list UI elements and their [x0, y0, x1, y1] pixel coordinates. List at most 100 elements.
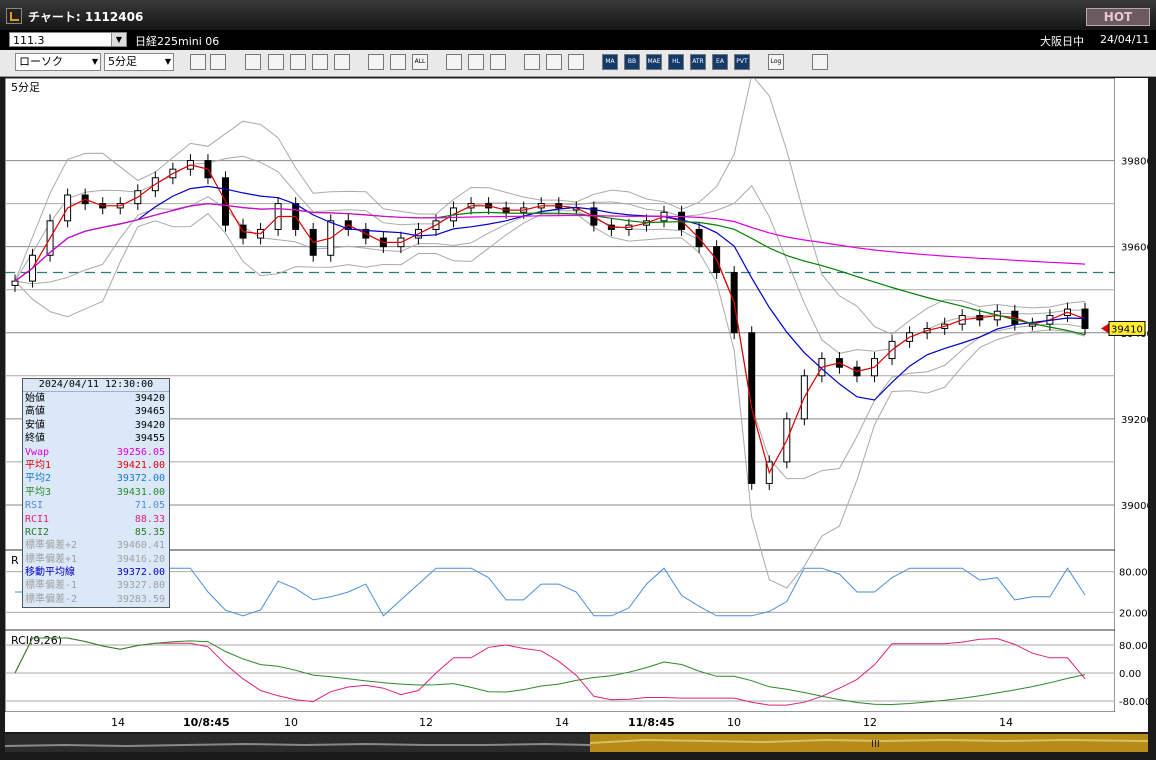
code-select[interactable]: 111.3 ▼: [9, 32, 127, 47]
data-window-row: 平均1 39421.00: [23, 459, 169, 472]
toolbar-gradient-button[interactable]: [568, 54, 584, 70]
data-window-value: 88.33: [134, 513, 165, 525]
chevron-down-icon[interactable]: ▼: [111, 33, 126, 46]
data-window-value: 71.05: [134, 500, 165, 512]
session-label: 大阪日中: [1040, 35, 1084, 48]
toolbar-all-button[interactable]: ALL: [412, 54, 428, 70]
data-window-row: 標準偏差-1 39327.80: [23, 579, 169, 592]
data-window-key: RSI: [25, 500, 44, 512]
instrument-bar: 111.3 ▼ 日経225mini 06 大阪日中 24/04/11: [0, 30, 1156, 50]
time-tick-label: 14: [111, 716, 125, 729]
toolbar-pen-button[interactable]: [446, 54, 462, 70]
data-window-key: 平均1: [25, 459, 52, 471]
chart-type-select[interactable]: ローソク ▼: [15, 53, 101, 71]
window-title: チャート: 1112406: [28, 10, 144, 24]
toolbar-candle-b-button[interactable]: [268, 54, 284, 70]
current-price-label: 39410: [1111, 324, 1143, 335]
price-tick-label: 39800: [1121, 157, 1148, 168]
data-window-key: 標準偏差-2: [25, 593, 78, 605]
data-window-value: 39416.20: [116, 553, 165, 565]
data-window-key: 終値: [25, 433, 45, 445]
hot-button[interactable]: HOT: [1086, 8, 1150, 26]
overview-svg[interactable]: III: [4, 734, 1149, 752]
rsi-tick-label: 80.00: [1119, 568, 1148, 579]
data-window-key: 高値: [25, 406, 45, 418]
chart-type-value: ローソク: [19, 55, 63, 68]
time-axis-strip: [5, 712, 1148, 732]
data-window-value: 39283.59: [116, 593, 165, 605]
toolbar-brush-button[interactable]: [546, 54, 562, 70]
data-window-row: 平均2 39372.00: [23, 472, 169, 485]
time-tick-label: 14: [999, 716, 1013, 729]
toolbar-grey-button[interactable]: [334, 54, 350, 70]
rsi-pane: [4, 549, 1116, 631]
rsi-tick-label: 20.00: [1119, 608, 1148, 619]
time-tick-label: 14: [555, 716, 569, 729]
data-window-key: Vwap: [25, 446, 50, 458]
toolbar-hl-button[interactable]: HL: [668, 54, 684, 70]
data-window-key: 平均3: [25, 486, 52, 498]
toolbar-palette-a-button[interactable]: [524, 54, 540, 70]
toolbar-atr-button[interactable]: ATR: [690, 54, 706, 70]
data-window-value: 85.35: [134, 526, 165, 538]
data-window-value: 39420: [134, 393, 165, 404]
overview-scrollbar[interactable]: III: [4, 734, 1149, 752]
data-window-row: 安値 39420: [23, 419, 169, 432]
toolbar-cursor-button[interactable]: [210, 54, 226, 70]
toolbar-candle-c-button[interactable]: [290, 54, 306, 70]
data-window-key: 平均2: [25, 473, 52, 485]
toolbar-ea-button[interactable]: EA: [712, 54, 728, 70]
data-window-header: 2024/04/11 12:30:00: [23, 379, 169, 392]
data-window-row: 標準偏差-2 39283.59: [23, 593, 169, 606]
data-window-key: RCI1: [25, 513, 50, 525]
scroll-grip-icon[interactable]: III: [871, 739, 880, 750]
price-tick-label: 39600: [1121, 243, 1148, 254]
chart-area[interactable]: 5分足RRCI(9,26)398003960039400392003900039…: [4, 74, 1153, 713]
time-tick-label: 11/8:45: [628, 716, 675, 729]
toolbar-bb-button[interactable]: BB: [624, 54, 640, 70]
toolbar-log-button[interactable]: Log: [768, 54, 784, 70]
toolbar-bars-a-button[interactable]: [368, 54, 384, 70]
main-pane: [4, 77, 1116, 551]
data-window-value: 39431.00: [116, 486, 165, 498]
data-window-value: 39256.05: [116, 446, 165, 458]
rci-tick-label: 0.00: [1119, 669, 1141, 680]
toolbar-pvt-button[interactable]: PVT: [734, 54, 750, 70]
data-window-key: 標準偏差+1: [25, 553, 78, 565]
interval-value: 5分足: [108, 55, 137, 68]
toolbar-arrow-draw-button[interactable]: [490, 54, 506, 70]
data-window-row: 移動平均線 39372.00: [23, 566, 169, 579]
data-window-row: 標準偏差+2 39460.41: [23, 539, 169, 552]
time-tick-label: 12: [863, 716, 877, 729]
toolbar-candle-d-button[interactable]: [312, 54, 328, 70]
data-window-key: 移動平均線: [25, 567, 75, 579]
toolbar-export-button[interactable]: [812, 54, 828, 70]
rci-tick-label: 80.00: [1119, 641, 1148, 652]
toolbar-candle-a-button[interactable]: [245, 54, 261, 70]
data-window-row: 終値 39455: [23, 432, 169, 445]
interval-select[interactable]: 5分足 ▼: [104, 53, 174, 71]
toolbar-bars-b-button[interactable]: [390, 54, 406, 70]
date-label: 24/04/11: [1100, 33, 1150, 46]
time-tick-label: 10/8:45: [183, 716, 230, 729]
time-tick-label: 12: [419, 716, 433, 729]
data-window-value: 39465: [134, 406, 165, 418]
toolbar-zoom-button[interactable]: [190, 54, 206, 70]
data-window-row: Vwap 39256.05: [23, 446, 169, 459]
toolbar-arrow-select-button[interactable]: [468, 54, 484, 70]
toolbar-mae-button[interactable]: MAE: [646, 54, 662, 70]
data-window-value: 39460.41: [116, 540, 165, 552]
data-window-key: RCI2: [25, 526, 50, 538]
main-pane-label: 5分足: [11, 81, 40, 94]
chevron-down-icon[interactable]: ▼: [92, 54, 98, 70]
instrument-name: 日経225mini 06: [135, 35, 220, 48]
chart-svg[interactable]: 5分足RRCI(9,26)398003960039400392003900039…: [4, 74, 1153, 713]
data-window-value: 39327.80: [116, 580, 165, 592]
chevron-down-icon[interactable]: ▼: [165, 54, 171, 70]
data-window-row: RSI 71.05: [23, 499, 169, 512]
data-window-value: 39420: [134, 419, 165, 431]
code-value: 111.3: [13, 34, 45, 47]
scroll-thumb[interactable]: [590, 734, 1148, 752]
toolbar-ma-button[interactable]: MA: [602, 54, 618, 70]
rsi-pane-label: R: [11, 554, 19, 567]
